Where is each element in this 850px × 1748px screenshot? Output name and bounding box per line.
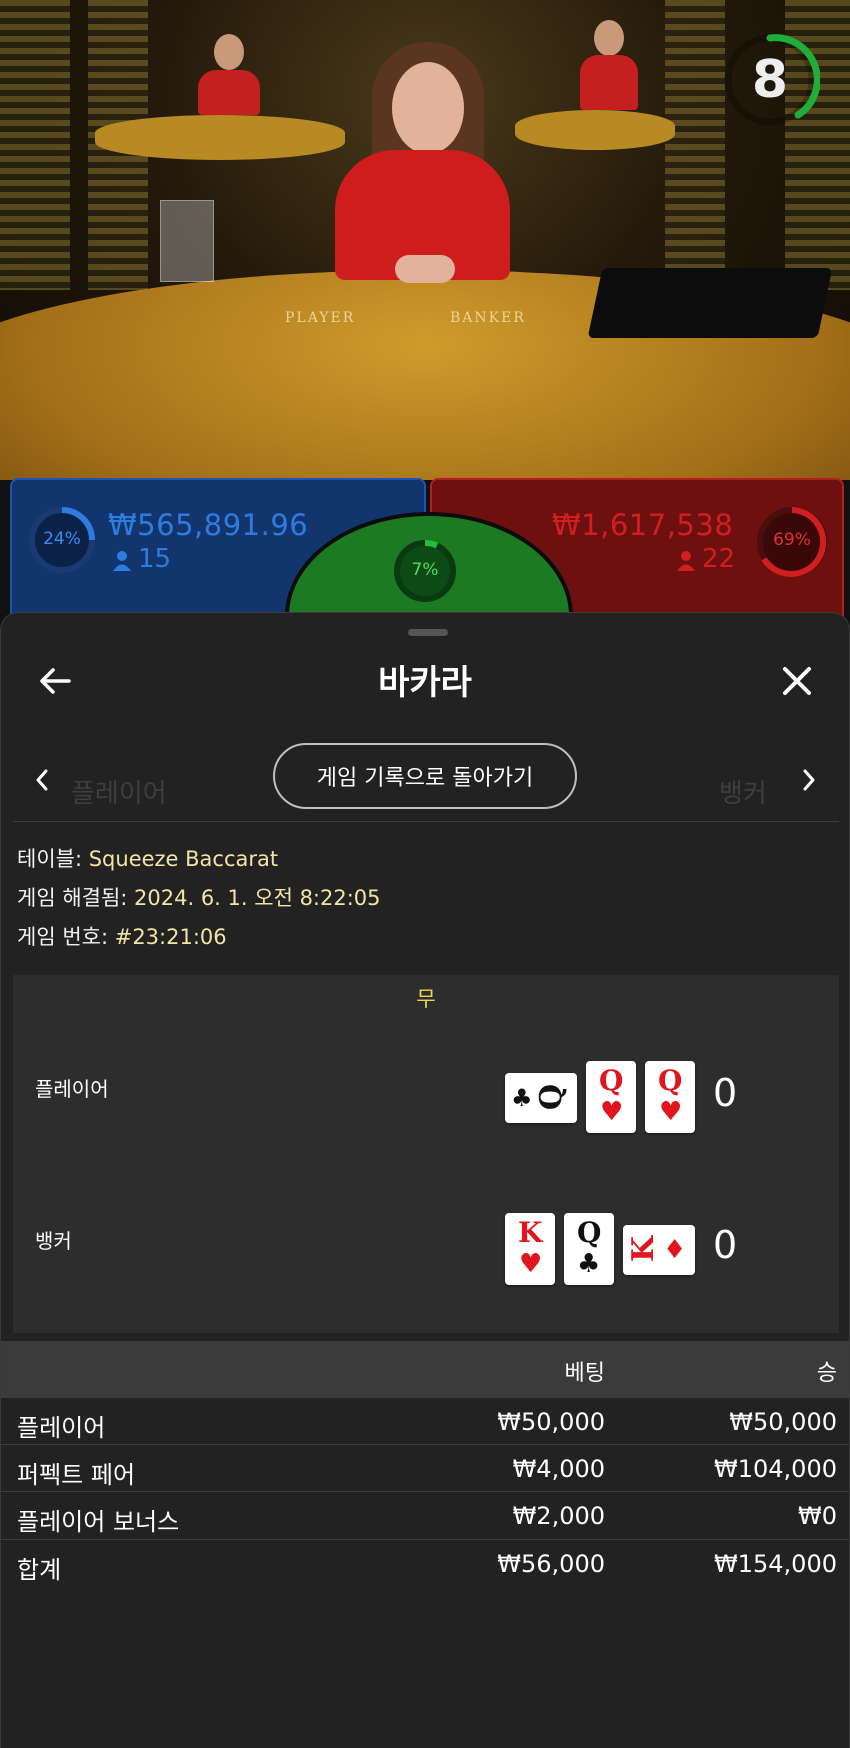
- sheet-drag-handle[interactable]: [408, 629, 448, 636]
- win-amount: ₩0: [798, 1502, 837, 1530]
- card-rank: K: [518, 1216, 543, 1249]
- card-rank: Q: [599, 1064, 624, 1097]
- bet-type: 퍼펙트 페어: [17, 1461, 136, 1489]
- banker-score: 0: [713, 1223, 738, 1267]
- card-rank: Q: [658, 1064, 683, 1097]
- banker-bettor-count: 22: [702, 544, 736, 574]
- dealer-hands: [395, 255, 455, 283]
- background-table: [95, 115, 345, 160]
- card-suit: ♦: [663, 1235, 687, 1265]
- decor-pillar: [665, 0, 725, 290]
- user-icon: [677, 551, 695, 571]
- bet-type: 플레이어: [17, 1414, 106, 1442]
- banker-bet-amount: ₩1,617,538: [552, 508, 734, 542]
- info-game-number: 게임 번호: #23:21:06: [17, 921, 227, 951]
- table-total-row: 합계 ₩56,000 ₩154,000: [1, 1539, 849, 1587]
- card-suit: ♣: [577, 1249, 601, 1279]
- live-video-feed: PLAYER BANKER 8: [0, 0, 850, 480]
- info-label: 테이블:: [17, 847, 89, 871]
- bet-amount: ₩4,000: [512, 1455, 605, 1483]
- info-value: #23:21:06: [114, 925, 227, 949]
- player-card-1: ♣ Q: [505, 1073, 577, 1123]
- info-label: 게임 번호:: [17, 925, 115, 949]
- card-rank: K: [626, 1235, 662, 1263]
- player-card-3: Q ♥: [645, 1061, 695, 1133]
- info-table: 테이블: Squeeze Baccarat: [17, 843, 278, 873]
- game-result-sheet: 바카라 플레이어 뱅커 게임 기록으로 돌아가기 테이블: Squeeze Ba…: [0, 612, 850, 1748]
- card-suit: ♥: [519, 1249, 543, 1279]
- card-shoe: [587, 268, 833, 338]
- column-header-bet: 베팅: [564, 1361, 605, 1386]
- player-score: 0: [713, 1071, 738, 1115]
- card-suit: ♥: [659, 1097, 683, 1127]
- win-amount: ₩50,000: [729, 1408, 837, 1436]
- card-rank: Q: [577, 1216, 602, 1249]
- table-row: 퍼펙트 페어 ₩4,000 ₩104,000: [1, 1444, 849, 1492]
- bets-table-header: 베팅 승: [1, 1341, 849, 1397]
- info-label: 게임 해결됨:: [17, 886, 135, 910]
- countdown-timer: 8: [720, 30, 821, 130]
- faded-background-text: 뱅커: [719, 779, 767, 809]
- table-row: 플레이어 보너스 ₩2,000 ₩0: [1, 1491, 849, 1539]
- banker-percent: 69%: [773, 530, 811, 550]
- sheet-title: 바카라: [378, 663, 472, 703]
- user-icon: [113, 551, 131, 571]
- tie-percent: 7%: [411, 560, 439, 580]
- background-dealer-head: [594, 20, 624, 56]
- previous-game-chevron-icon[interactable]: [31, 763, 53, 797]
- background-table: [515, 110, 675, 150]
- table-row: 플레이어 ₩50,000 ₩50,000: [1, 1397, 849, 1445]
- column-header-win: 승: [816, 1361, 837, 1386]
- dealer-face: [392, 62, 464, 154]
- card-rank: Q: [534, 1083, 570, 1111]
- next-game-chevron-icon[interactable]: [798, 763, 820, 797]
- info-value: Squeeze Baccarat: [88, 847, 279, 871]
- banker-card-1: K ♥: [505, 1213, 555, 1285]
- banker-card-2: Q ♣: [564, 1213, 614, 1285]
- info-resolved-time: 게임 해결됨: 2024. 6. 1. 오전 8:22:05: [17, 882, 381, 912]
- banker-hand-label: 뱅커: [35, 1229, 72, 1253]
- faded-background-text: 플레이어: [71, 779, 167, 809]
- table-label-banker: BANKER: [450, 310, 526, 326]
- player-bet-amount: ₩565,891.96: [108, 508, 309, 542]
- card-suit: ♣: [511, 1083, 533, 1112]
- background-dealer: [580, 55, 638, 110]
- player-percent: 24%: [43, 529, 81, 549]
- decor-pillar: [0, 0, 70, 290]
- bet-amount: ₩50,000: [497, 1408, 605, 1436]
- player-hand-label: 플레이어: [35, 1077, 109, 1101]
- player-card-2: Q ♥: [586, 1061, 636, 1133]
- table-label-player: PLAYER: [285, 310, 356, 326]
- countdown-value: 8: [751, 50, 789, 110]
- hand-result-panel: 무 플레이어 ♣ Q Q ♥ Q ♥ 0 뱅커 K ♥ Q ♣ K ♦ 0: [13, 975, 839, 1333]
- bet-amount: ₩2,000: [512, 1502, 605, 1530]
- info-value: 2024. 6. 1. 오전 8:22:05: [134, 886, 381, 910]
- background-dealer: [198, 70, 260, 115]
- card-suit: ♥: [600, 1097, 624, 1127]
- game-outcome: 무: [416, 987, 436, 1011]
- banker-card-3: K ♦: [623, 1225, 695, 1275]
- back-to-history-button[interactable]: 게임 기록으로 돌아가기: [273, 743, 577, 809]
- total-bet: ₩56,000: [497, 1550, 605, 1578]
- background-dealer-head: [214, 34, 244, 70]
- total-label: 합계: [17, 1556, 62, 1584]
- close-icon[interactable]: [777, 661, 817, 701]
- bet-type: 플레이어 보너스: [17, 1508, 180, 1536]
- total-win: ₩154,000: [714, 1550, 837, 1578]
- player-bettor-count: 15: [138, 544, 172, 574]
- divider: [13, 821, 839, 822]
- card-discard-box: [160, 200, 214, 282]
- win-amount: ₩104,000: [714, 1455, 837, 1483]
